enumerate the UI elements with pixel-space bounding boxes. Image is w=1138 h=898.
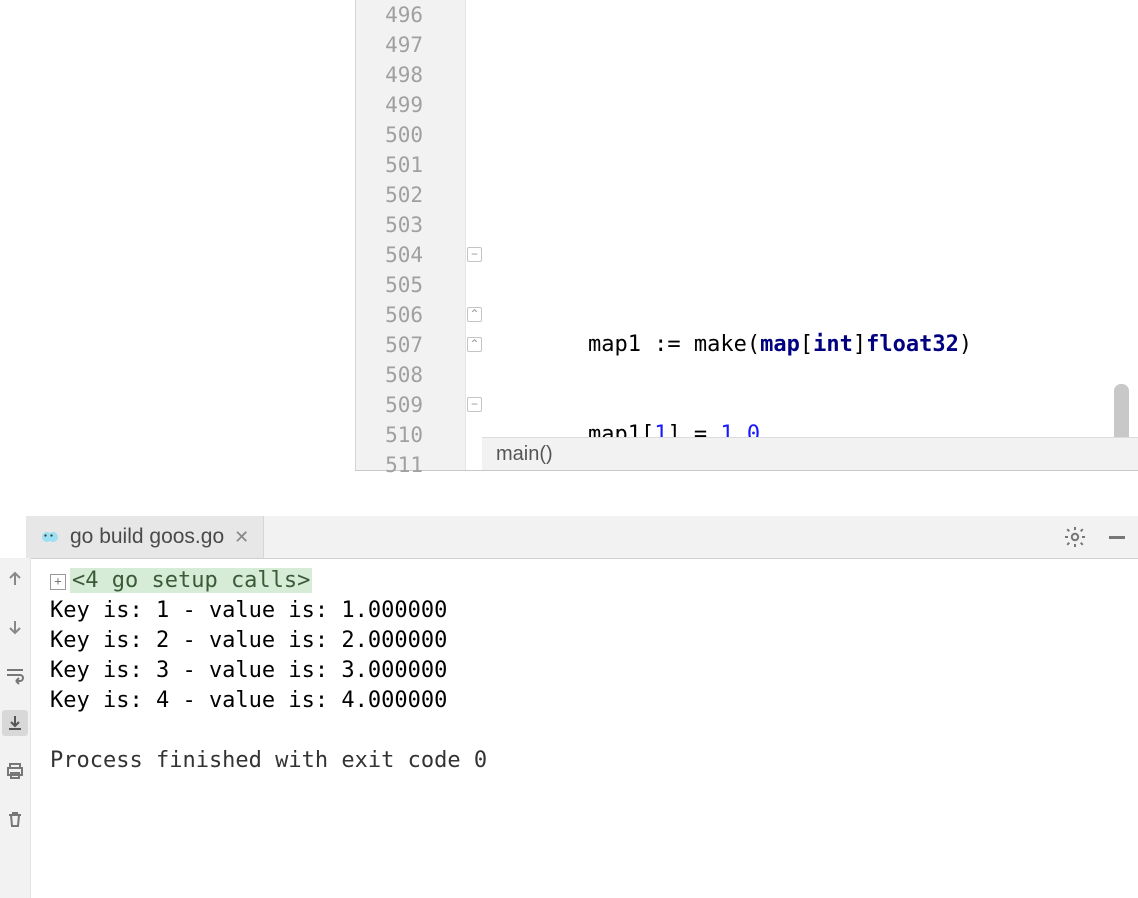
editor-scrollbar[interactable] <box>1105 0 1135 438</box>
line-number[interactable]: 506 <box>356 300 465 330</box>
scroll-to-end-button[interactable] <box>2 710 28 736</box>
clear-button[interactable] <box>2 806 28 832</box>
fold-end-icon[interactable]: ⌃ <box>467 307 482 322</box>
gear-icon <box>1063 525 1087 549</box>
code-editor[interactable]: 496 497 498 499 500 501 502 503 504 505 … <box>355 0 1138 471</box>
code-area[interactable]: map1 := make(map[int]float32) map1[1] = … <box>482 0 1138 470</box>
line-number[interactable]: 508 <box>356 360 465 390</box>
hide-button[interactable] <box>1096 516 1138 558</box>
line-number[interactable]: 509 <box>356 390 465 420</box>
close-icon[interactable]: ✕ <box>234 527 249 548</box>
console-line: Key is: 1 - value is: 1.000000 <box>50 596 1126 626</box>
fold-end-icon[interactable]: ⌃ <box>467 337 482 352</box>
arrow-down-icon <box>5 617 25 637</box>
minimize-icon <box>1106 526 1128 548</box>
line-number[interactable]: 499 <box>356 90 465 120</box>
line-number[interactable]: 503 <box>356 210 465 240</box>
line-number[interactable]: 507 <box>356 330 465 360</box>
line-number[interactable]: 502 <box>356 180 465 210</box>
console-output[interactable]: +<4 go setup calls> Key is: 1 - value is… <box>38 558 1138 898</box>
line-number[interactable]: 500 <box>356 120 465 150</box>
fold-collapse-icon[interactable]: − <box>467 397 482 412</box>
console-line: Key is: 4 - value is: 4.000000 <box>50 686 1126 716</box>
run-tab-label: go build goos.go <box>70 525 224 549</box>
soft-wrap-button[interactable] <box>2 662 28 688</box>
run-tab[interactable]: go build goos.go ✕ <box>26 516 264 558</box>
setup-calls-folded[interactable]: <4 go setup calls> <box>70 568 312 593</box>
line-number-gutter[interactable]: 496 497 498 499 500 501 502 503 504 505 … <box>356 0 466 470</box>
line-number[interactable]: 497 <box>356 30 465 60</box>
trash-icon <box>5 809 25 829</box>
fold-strip: − ⌃ ⌃ − <box>466 0 482 470</box>
line-number[interactable]: 505 <box>356 270 465 300</box>
line-number[interactable]: 496 <box>356 0 465 30</box>
scrollbar-thumb[interactable] <box>1114 384 1129 444</box>
settings-button[interactable] <box>1054 516 1096 558</box>
go-file-icon <box>40 527 60 547</box>
console-line: +<4 go setup calls> <box>50 566 1126 596</box>
arrow-up-icon <box>5 569 25 589</box>
line-number[interactable]: 511 <box>356 450 465 480</box>
printer-icon <box>5 761 25 781</box>
scroll-down-button[interactable] <box>2 614 28 640</box>
run-tool-window: go build goos.go ✕ +<4 go setup calls> K… <box>0 516 1138 898</box>
line-number[interactable]: 504 <box>356 240 465 270</box>
breadcrumb-item[interactable]: main() <box>496 443 553 465</box>
line-number[interactable]: 510 <box>356 420 465 450</box>
wrap-icon <box>4 665 26 685</box>
run-tab-bar: go build goos.go ✕ <box>26 516 1138 559</box>
code-line: map1 := make(map[int]float32) <box>482 330 1138 360</box>
line-number[interactable]: 498 <box>356 60 465 90</box>
console-exit-line: Process finished with exit code 0 <box>50 746 1126 776</box>
line-number[interactable]: 501 <box>356 150 465 180</box>
run-side-toolbar <box>0 558 31 898</box>
console-line: Key is: 3 - value is: 3.000000 <box>50 656 1126 686</box>
console-line: Key is: 2 - value is: 2.000000 <box>50 626 1126 656</box>
scroll-up-button[interactable] <box>2 566 28 592</box>
print-button[interactable] <box>2 758 28 784</box>
fold-collapse-icon[interactable]: − <box>467 247 482 262</box>
breadcrumb[interactable]: main() <box>482 437 1138 470</box>
expand-icon[interactable]: + <box>50 574 66 590</box>
download-arrow-icon <box>5 713 25 733</box>
